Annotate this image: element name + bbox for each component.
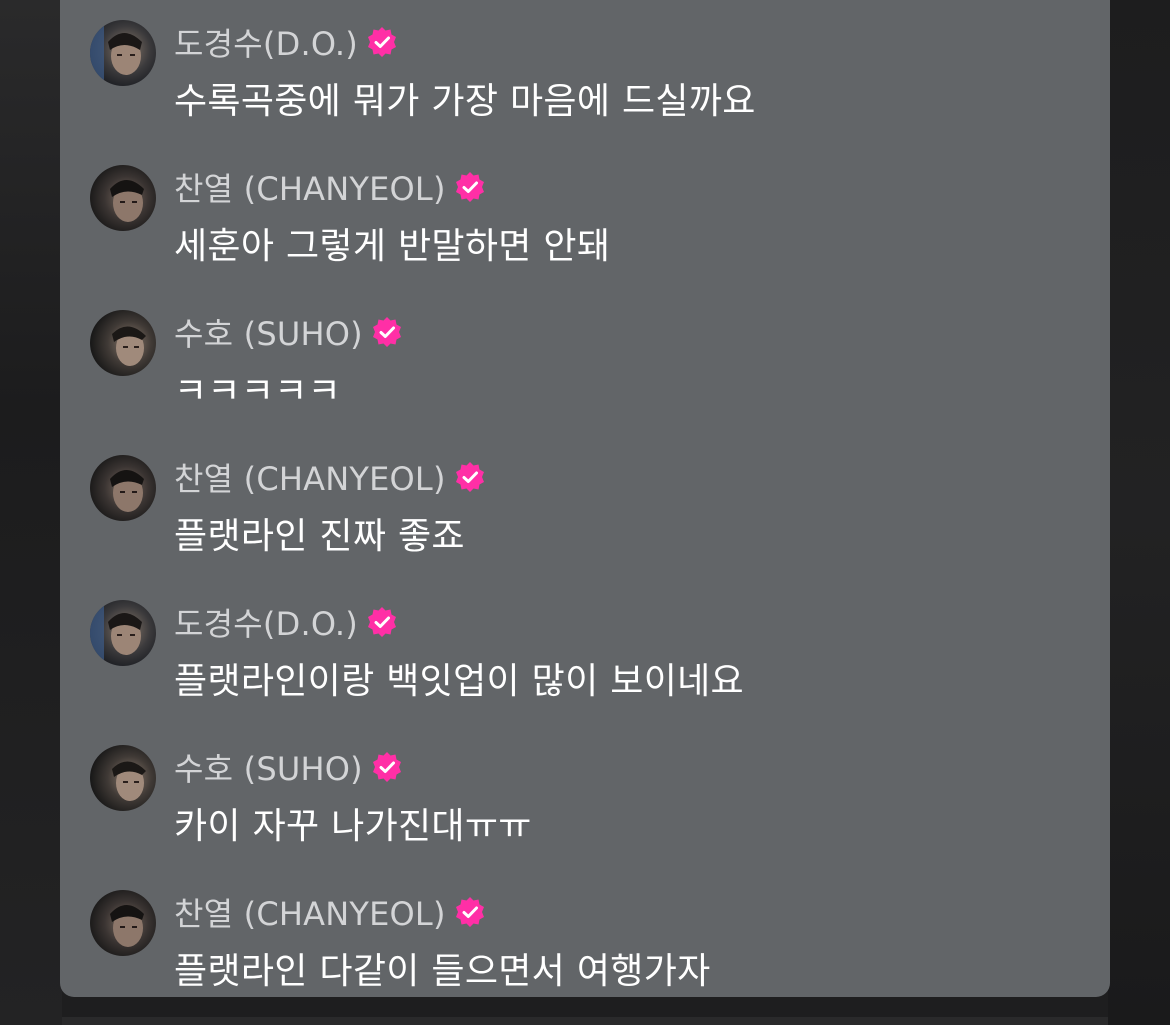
message-text: 수록곡중에 뭐가 가장 마음에 드실까요 [174,81,756,122]
message-text: 카이 자꾸 나가진대ㅠㅠ [174,806,532,847]
do-avatar-image [90,600,156,666]
message-text: 세훈아 그렇게 반말하면 안돼 [174,226,611,267]
message-text: 플랫라인 다같이 들으면서 여행가자 [174,951,711,992]
suho-avatar-image [90,745,156,811]
message-text: 플랫라인이랑 백잇업이 많이 보이네요 [174,661,744,702]
chat-message[interactable]: 찬열 (CHANYEOL) 플랫라인 다같이 들으면서 여행가자 [90,890,1090,1010]
avatar[interactable] [90,310,156,376]
chanyeol-avatar-image [90,890,156,956]
verified-badge-icon [372,752,401,782]
background-right [1108,0,1170,1025]
verified-badge-icon [455,462,484,492]
do-avatar-image [90,20,156,86]
avatar[interactable] [90,890,156,956]
chat-message[interactable]: 도경수(D.O.) 플랫라인이랑 백잇업이 많이 보이네요 [90,600,1090,720]
chat-message[interactable]: 도경수(D.O.) 수록곡중에 뭐가 가장 마음에 드실까요 [90,20,1090,140]
chanyeol-avatar-image [90,455,156,521]
chat-message[interactable]: 찬열 (CHANYEOL) 세훈아 그렇게 반말하면 안돼 [90,165,1090,285]
verified-badge-icon [455,897,484,927]
verified-badge-icon [455,172,484,202]
chat-message[interactable]: 수호 (SUHO) ㅋㅋㅋㅋㅋ [90,310,1090,430]
background-left [0,0,62,1025]
verified-badge-icon [367,607,396,637]
suho-avatar-image [90,310,156,376]
chat-message[interactable]: 찬열 (CHANYEOL) 플랫라인 진짜 좋죠 [90,455,1090,575]
author-name[interactable]: 도경수(D.O.) [174,599,358,645]
avatar[interactable] [90,165,156,231]
message-text: ㅋㅋㅋㅋㅋ [174,371,342,412]
chat-message[interactable]: 수호 (SUHO) 카이 자꾸 나가진대ㅠㅠ [90,745,1090,865]
avatar[interactable] [90,745,156,811]
author-name[interactable]: 찬열 (CHANYEOL) [174,889,446,935]
verified-badge-icon [372,317,401,347]
avatar[interactable] [90,20,156,86]
author-name[interactable]: 수호 (SUHO) [174,309,363,355]
author-name[interactable]: 도경수(D.O.) [174,19,358,65]
author-name[interactable]: 찬열 (CHANYEOL) [174,454,446,500]
message-text: 플랫라인 진짜 좋죠 [174,516,465,557]
bottom-strip [62,1017,1108,1025]
author-name[interactable]: 수호 (SUHO) [174,744,363,790]
chanyeol-avatar-image [90,165,156,231]
author-name[interactable]: 찬열 (CHANYEOL) [174,164,446,210]
avatar[interactable] [90,600,156,666]
avatar[interactable] [90,455,156,521]
verified-badge-icon [367,27,396,57]
